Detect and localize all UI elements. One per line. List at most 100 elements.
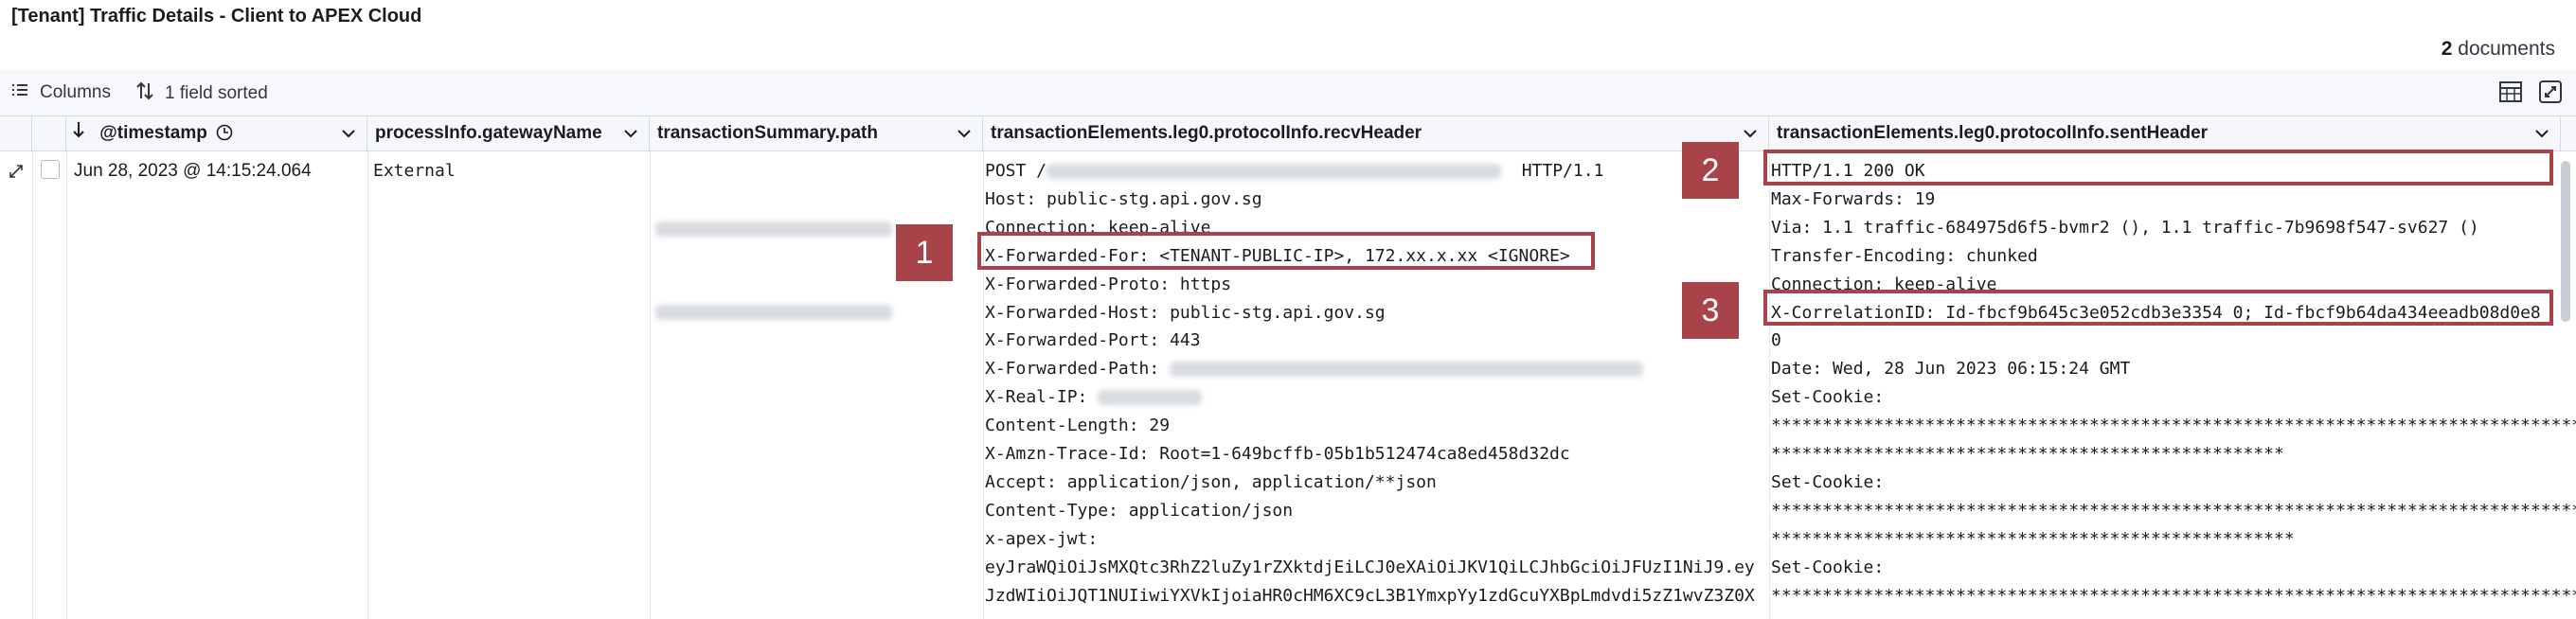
recv-line: Content-Type: application/json bbox=[985, 497, 1755, 525]
recv-line-text: X-Amzn-Trace-Id: Root=1-649bcffb-05b1b51… bbox=[985, 444, 1570, 465]
sent-line-text: Set-Cookie: bbox=[1771, 387, 1885, 408]
header-select-cell bbox=[32, 116, 66, 150]
sent-line-text: ****************************************… bbox=[1771, 585, 2576, 606]
recv-line-text: Host: public-stg.api.gov.sg bbox=[985, 188, 1262, 209]
recv-line-text: eyJraWQiOiJsMXQtc3RhZ2luZy1rZXktdjEiLCJ0… bbox=[985, 557, 1755, 577]
sort-button[interactable]: 1 field sorted bbox=[136, 81, 268, 106]
sent-line-text: Max-Forwards: 19 bbox=[1771, 188, 1936, 209]
grid-header: @timestamp processInfo.gatewayName trans… bbox=[0, 115, 2576, 151]
document-count-number: 2 bbox=[2441, 38, 2453, 60]
redacted-value bbox=[1098, 390, 1203, 406]
sent-line-text: ****************************************… bbox=[1771, 444, 2284, 465]
sent-line-text: Set-Cookie: bbox=[1771, 557, 1885, 577]
recv-line: x-apex-jwt: bbox=[985, 525, 1755, 554]
redacted-value bbox=[1046, 164, 1502, 179]
header-path-label: transactionSummary.path bbox=[657, 123, 878, 143]
callout-2: 2 bbox=[1682, 142, 1739, 199]
recv-line: Host: public-stg.api.gov.sg bbox=[985, 186, 1755, 214]
sent-line: ****************************************… bbox=[1771, 525, 2576, 554]
callout-3: 3 bbox=[1682, 282, 1739, 339]
recv-http-version: HTTP/1.1 bbox=[1501, 161, 1604, 181]
chevron-down-icon[interactable] bbox=[624, 116, 637, 150]
header-sent-label: transactionElements.leg0.protocolInfo.se… bbox=[1777, 123, 2209, 143]
header-sent[interactable]: transactionElements.leg0.protocolInfo.se… bbox=[1769, 116, 2561, 150]
recv-line-text: X-Forwarded-Port: 443 bbox=[985, 330, 1201, 351]
recv-line: X-Forwarded-Path: bbox=[985, 355, 1755, 383]
sort-label: 1 field sorted bbox=[165, 83, 268, 103]
chevron-down-icon[interactable] bbox=[342, 116, 355, 150]
cell-gateway: External bbox=[373, 161, 456, 181]
vertical-scrollbar[interactable] bbox=[2561, 161, 2570, 322]
sent-line: Transfer-Encoding: chunked bbox=[1771, 242, 2576, 271]
callout-1: 1 bbox=[896, 224, 953, 281]
sent-line-text: Set-Cookie: bbox=[1771, 471, 1885, 492]
recv-line: Accept: application/json, application/**… bbox=[985, 469, 1755, 497]
recv-line-text: X-Forwarded-Path: bbox=[985, 359, 1171, 380]
recv-line-text: x-apex-jwt: bbox=[985, 528, 1099, 549]
sent-line: Set-Cookie: bbox=[1771, 469, 2576, 497]
columns-label: Columns bbox=[40, 82, 111, 102]
header-gateway-label: processInfo.gatewayName bbox=[375, 123, 602, 143]
recv-line: X-Amzn-Trace-Id: Root=1-649bcffb-05b1b51… bbox=[985, 440, 1755, 469]
document-count-label: documents bbox=[2458, 38, 2555, 60]
fullscreen-icon bbox=[2539, 80, 2562, 103]
header-gateway[interactable]: processInfo.gatewayName bbox=[367, 116, 650, 150]
sort-desc-icon bbox=[72, 122, 90, 143]
sent-line: ****************************************… bbox=[1771, 497, 2576, 525]
sent-line-text: ****************************************… bbox=[1771, 528, 2295, 549]
recv-line-text: X-Real-IP: bbox=[985, 387, 1099, 408]
recv-line: POST / HTTP/1.1 bbox=[985, 157, 1755, 186]
header-timestamp[interactable]: @timestamp bbox=[66, 116, 367, 150]
density-button[interactable] bbox=[2498, 80, 2525, 106]
recv-line-text: X-Forwarded-Proto: https bbox=[985, 274, 1232, 294]
density-icon bbox=[2499, 81, 2522, 102]
sent-line: Set-Cookie: bbox=[1771, 383, 2576, 412]
recv-line: JzdWIiOiJQT1NUIiwiYXVkIjoiaHR0cHM6XC9cL3… bbox=[985, 582, 1755, 610]
recv-line: X-Forwarded-Port: 443 bbox=[985, 327, 1755, 355]
cell-recv-header: POST / HTTP/1.1 Host: public-stg.api.gov.… bbox=[985, 157, 1755, 610]
sent-line: ****************************************… bbox=[1771, 582, 2576, 610]
sent-line-text: Transfer-Encoding: chunked bbox=[1771, 245, 2038, 266]
page-title: [Tenant] Traffic Details - Client to APE… bbox=[11, 6, 422, 27]
header-recv[interactable]: transactionElements.leg0.protocolInfo.re… bbox=[983, 116, 1769, 150]
recv-line: X-Forwarded-Proto: https bbox=[985, 271, 1755, 299]
header-recv-label: transactionElements.leg0.protocolInfo.re… bbox=[991, 123, 1422, 143]
fullscreen-button[interactable] bbox=[2538, 80, 2565, 106]
highlight-box-correlation-id bbox=[1763, 290, 2553, 326]
chevron-down-icon[interactable] bbox=[1744, 116, 1757, 150]
chevron-down-icon[interactable] bbox=[957, 116, 971, 150]
row-select-checkbox[interactable] bbox=[41, 160, 60, 179]
clock-icon bbox=[216, 123, 233, 143]
recv-line: eyJraWQiOiJsMXQtc3RhZ2luZy1rZXktdjEiLCJ0… bbox=[985, 554, 1755, 582]
columns-button[interactable]: Columns bbox=[11, 81, 111, 104]
header-expand-cell bbox=[0, 116, 32, 150]
data-grid: @timestamp processInfo.gatewayName trans… bbox=[0, 115, 2576, 619]
highlight-box-http-status bbox=[1763, 150, 2553, 186]
sent-line: 0 bbox=[1771, 327, 2576, 355]
header-timestamp-label: @timestamp bbox=[99, 123, 207, 143]
recv-line: Content-Length: 29 bbox=[985, 412, 1755, 440]
sent-line-text: ****************************************… bbox=[1771, 500, 2576, 521]
cell-sent-header: HTTP/1.1 200 OK Max-Forwards: 19 Via: 1.1 … bbox=[1771, 157, 2576, 610]
chevron-down-icon[interactable] bbox=[2535, 116, 2549, 150]
cell-path-redacted bbox=[655, 157, 892, 377]
expand-row-icon[interactable] bbox=[8, 163, 25, 185]
grid-toolbar: Columns 1 field sorted bbox=[0, 70, 2576, 115]
sent-line: Via: 1.1 traffic-684975d6f5-bvmr2 (), 1.… bbox=[1771, 214, 2576, 242]
recv-line-text: Content-Type: application/json bbox=[985, 500, 1294, 521]
recv-line-text: X-Forwarded-Host: public-stg.api.gov.sg bbox=[985, 302, 1386, 323]
highlight-box-forwarded-for bbox=[977, 232, 1595, 270]
sent-line: Max-Forwards: 19 bbox=[1771, 186, 2576, 214]
recv-line: X-Forwarded-Host: public-stg.api.gov.sg bbox=[985, 299, 1755, 327]
recv-line-text: Content-Length: 29 bbox=[985, 416, 1171, 436]
cell-timestamp: Jun 28, 2023 @ 14:15:24.064 bbox=[74, 161, 312, 181]
recv-line-text: POST / bbox=[985, 161, 1047, 181]
sent-line: Date: Wed, 28 Jun 2023 06:15:24 GMT bbox=[1771, 355, 2576, 383]
sent-line: ****************************************… bbox=[1771, 440, 2576, 469]
sent-line-text: Date: Wed, 28 Jun 2023 06:15:24 GMT bbox=[1771, 359, 2131, 380]
columns-icon bbox=[11, 81, 28, 104]
header-path[interactable]: transactionSummary.path bbox=[650, 116, 983, 150]
redacted-value bbox=[1170, 362, 1644, 378]
recv-line-text: JzdWIiOiJQT1NUIiwiYXVkIjoiaHR0cHM6XC9cL3… bbox=[985, 585, 1755, 606]
recv-line-text: Accept: application/json, application/**… bbox=[985, 471, 1437, 492]
